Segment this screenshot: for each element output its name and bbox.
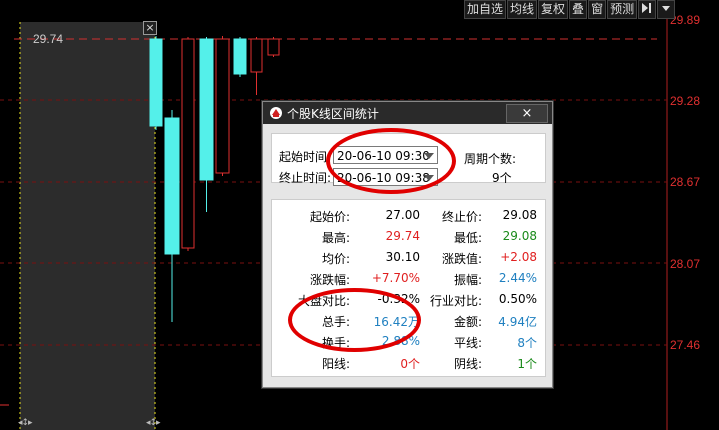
candle[interactable]: [149, 38, 163, 127]
turnover-label: 换手:: [321, 336, 350, 350]
price-label: 27.46: [670, 338, 701, 352]
candle[interactable]: [199, 38, 214, 181]
candle[interactable]: [267, 38, 280, 56]
stats-row: 起始价: 27.00 终止价: 29.08: [272, 208, 545, 229]
low-value: 29.08: [502, 229, 537, 243]
avg-price-label: 均价:: [321, 252, 350, 266]
high-value: 29.74: [385, 229, 420, 243]
end-price-value: 29.08: [502, 208, 537, 222]
time-range-panel: 起始时间: 20-06-10 09:30 终止时间: 20-06-10 09:3…: [271, 133, 546, 186]
total-volume-label: 总手:: [321, 315, 350, 329]
high-label: 最高:: [321, 231, 350, 245]
moving-average-button[interactable]: 均线: [507, 0, 538, 19]
right-scroll-handle-icon[interactable]: ◂↕▸: [146, 418, 161, 428]
stats-row: 阳线: 0个 阴线: 1个: [272, 355, 545, 376]
end-time-select[interactable]: 20-06-10 09:38: [333, 168, 438, 186]
forecast-button[interactable]: 预测: [607, 0, 638, 19]
start-time-value: 20-06-10 09:30: [337, 149, 430, 163]
market-compare-label: 大盘对比:: [297, 294, 350, 308]
adjust-rights-button[interactable]: 复权: [538, 0, 569, 19]
low-label: 最低:: [453, 231, 482, 245]
start-time-label: 起始时间:: [279, 150, 332, 164]
market-compare-value: -0.32%: [377, 292, 420, 306]
change-pct-value: +7.70%: [371, 271, 420, 285]
amount-label: 金额:: [453, 315, 482, 329]
avg-price-value: 30.10: [385, 250, 420, 264]
chevron-down-icon: [424, 175, 434, 181]
selection-close-icon[interactable]: ×: [143, 21, 157, 35]
amount-value: 4.94亿: [498, 315, 537, 329]
stats-row: 最高: 29.74 最低: 29.08: [272, 229, 545, 250]
add-favorite-button[interactable]: 加自选: [464, 0, 507, 19]
chevron-down-icon: [424, 153, 434, 159]
chart-toolbar: 加自选 均线 复权 叠 窗 预测: [464, 0, 676, 19]
stats-row: 换手: 2.88% 平线: 8个: [272, 334, 545, 355]
price-label: 29.89: [670, 13, 701, 27]
stats-panel: 起始价: 27.00 终止价: 29.08 最高: 29.74 最低: 29.08 均价: 30.…: [271, 199, 546, 377]
amplitude-label: 振幅:: [453, 273, 482, 287]
start-price-label: 起始价:: [309, 210, 350, 224]
industry-compare-label: 行业对比:: [429, 294, 482, 308]
amplitude-value: 2.44%: [498, 271, 537, 285]
start-time-select[interactable]: 20-06-10 09:30: [333, 146, 438, 164]
high-value-label: 29.74: [33, 32, 64, 46]
stats-row: 大盘对比: -0.32% 行业对比: 0.50%: [272, 292, 545, 313]
stats-row: 总手: 16.42万 金额: 4.94亿: [272, 313, 545, 334]
turnover-value: 2.88%: [381, 334, 420, 348]
dialog-close-button[interactable]: ×: [506, 104, 548, 123]
start-price-value: 27.00: [385, 208, 420, 222]
pin-icon[interactable]: [638, 0, 657, 19]
candle[interactable]: [181, 38, 195, 249]
end-time-value: 20-06-10 09:38: [337, 171, 430, 185]
end-time-label: 终止时间:: [279, 171, 332, 185]
candle[interactable]: [250, 38, 263, 73]
end-price-label: 终止价:: [441, 210, 482, 224]
dialog-title: 个股K线区间统计: [287, 106, 379, 121]
selection-highlight: [20, 22, 155, 430]
period-count-label: 周期个数:: [464, 152, 517, 166]
price-label: 28.67: [670, 175, 701, 189]
down-candles-value: 1个: [517, 357, 537, 371]
overlay-button[interactable]: 叠: [569, 0, 588, 19]
flat-candles-label: 平线:: [453, 336, 482, 350]
app-logo-icon: [270, 107, 282, 119]
total-volume-value: 16.42万: [373, 315, 420, 329]
flat-candles-value: 8个: [517, 336, 537, 350]
price-label: 29.28: [670, 94, 701, 108]
down-candles-label: 阴线:: [453, 357, 482, 371]
range-stats-dialog: 个股K线区间统计 × 起始时间: 20-06-10 09:30 终止时间: 20…: [262, 101, 553, 388]
change-value-value: +2.08: [500, 250, 537, 264]
price-label: 28.07: [670, 257, 701, 271]
stats-row: 均价: 30.10 涨跌值: +2.08: [272, 250, 545, 271]
window-button[interactable]: 窗: [588, 0, 607, 19]
industry-compare-value: 0.50%: [498, 292, 537, 306]
period-count-value: 9个: [492, 171, 512, 185]
candle[interactable]: [164, 117, 180, 255]
up-candles-label: 阳线:: [321, 357, 350, 371]
candle[interactable]: [215, 38, 230, 174]
dropdown-arrow-icon[interactable]: [657, 0, 676, 19]
stats-row: 涨跌幅: +7.70% 振幅: 2.44%: [272, 271, 545, 292]
left-scroll-handle-icon[interactable]: ◂↕▸: [18, 418, 33, 428]
change-value-label: 涨跌值:: [441, 252, 482, 266]
change-pct-label: 涨跌幅:: [309, 273, 350, 287]
candle[interactable]: [233, 38, 247, 75]
up-candles-value: 0个: [400, 357, 420, 371]
